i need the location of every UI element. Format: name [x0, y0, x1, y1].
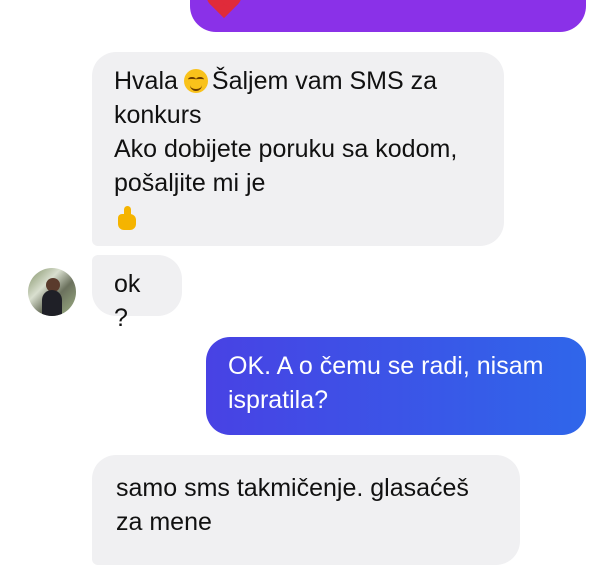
incoming-message-bubble: ok ?	[92, 255, 182, 332]
incoming-message-bubble: Hvala Šaljem vam SMS za konkurs Ako dobij…	[92, 52, 504, 246]
hugging-face-emoji-icon	[183, 69, 208, 93]
message-text: Hvala	[114, 67, 178, 95]
message-text: Šaljem vam SMS za	[211, 67, 437, 95]
thumbs-up-icon	[114, 204, 140, 230]
message-line: za mene	[116, 508, 212, 536]
message-line: Ako dobijete poruku sa kodom,	[114, 135, 458, 163]
incoming-message-bubble: samo sms takmičenje. glasaćeš za mene	[92, 455, 520, 565]
message-line: Hvala Šaljem vam SMS za	[114, 64, 482, 98]
message-line: samo sms takmičenje. glasaćeš	[116, 474, 469, 502]
message-line: konkurs	[114, 101, 202, 129]
contact-avatar[interactable]	[28, 268, 76, 316]
previous-outgoing-message-bubble	[190, 0, 586, 32]
message-line: pošaljite mi je	[114, 169, 266, 197]
heart-icon	[209, 0, 239, 19]
outgoing-message-bubble: OK. A o čemu se radi, nisam ispratila?	[206, 337, 586, 435]
message-line: ispratila?	[228, 386, 329, 414]
message-line: OK. A o čemu se radi, nisam	[228, 352, 544, 380]
message-text: ok ?	[114, 270, 141, 332]
